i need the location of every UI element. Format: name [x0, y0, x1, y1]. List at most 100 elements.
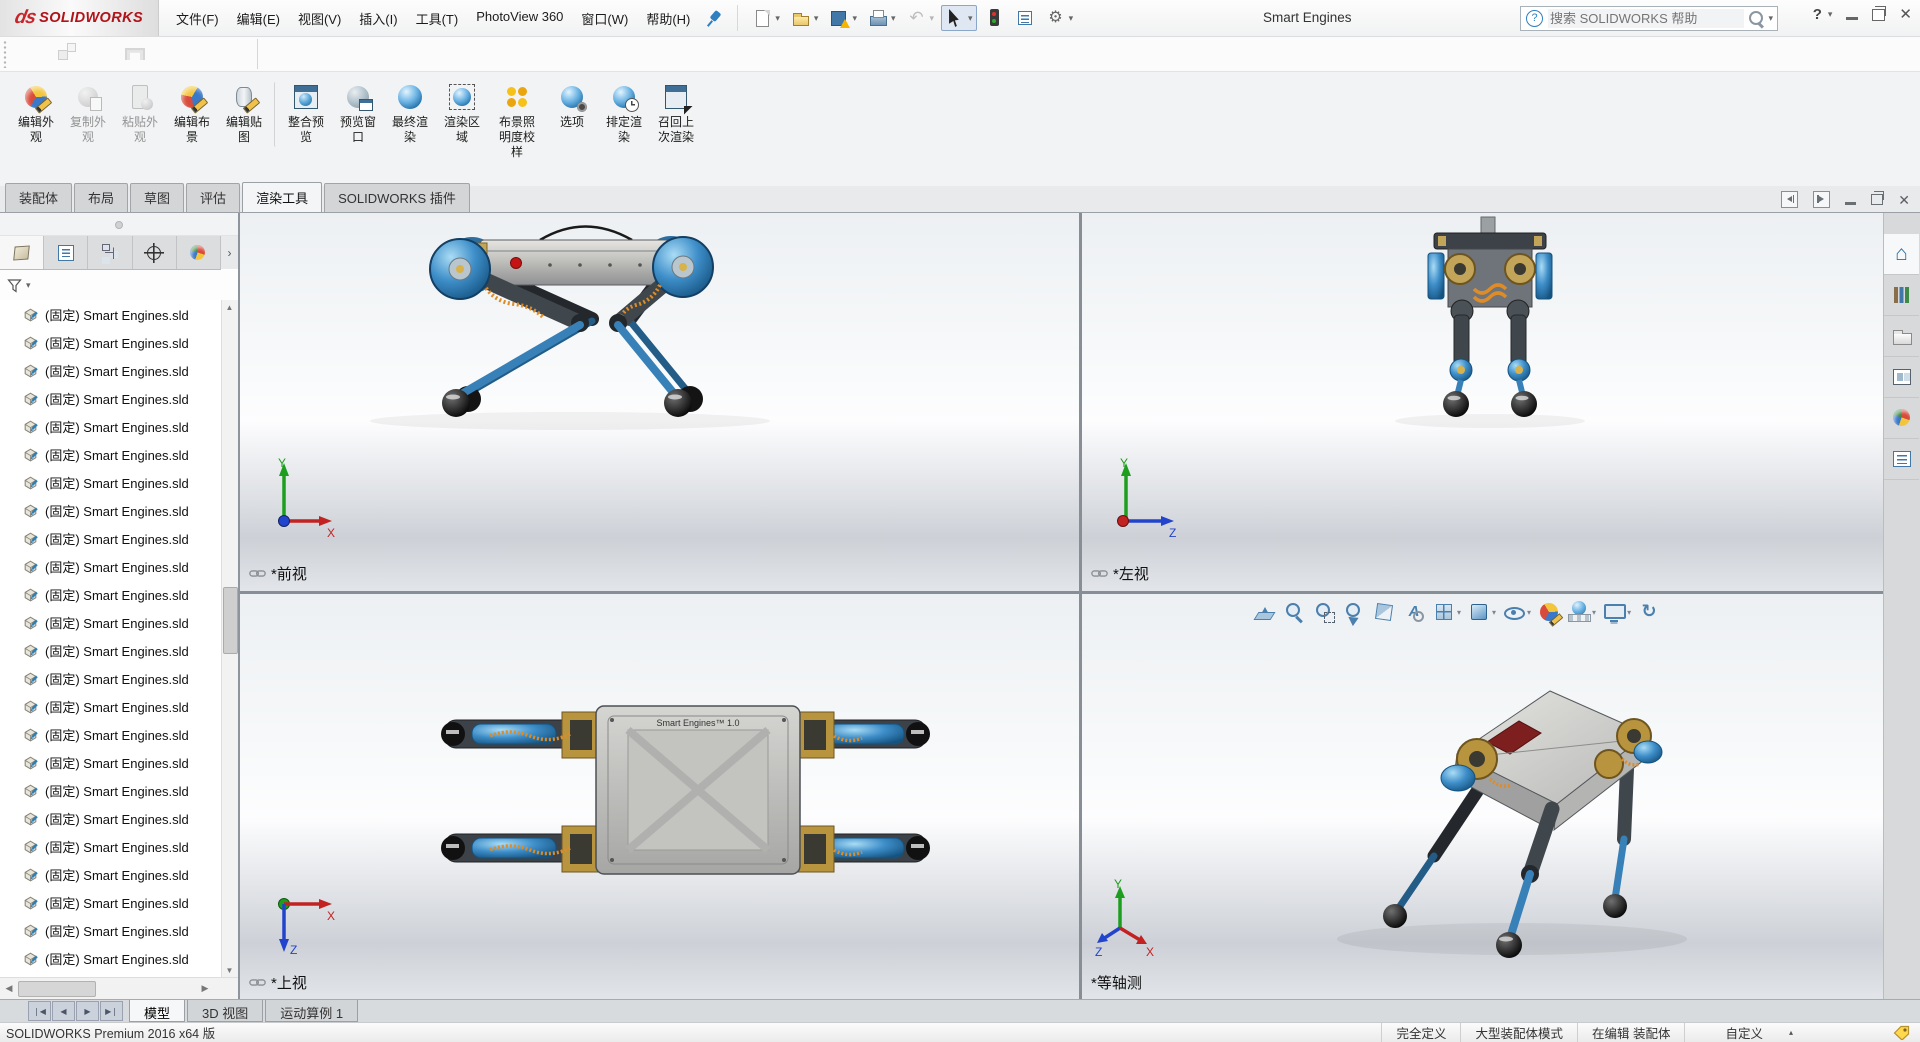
tree-item[interactable]: (固定) Smart Engines.sld	[0, 916, 222, 944]
filter-icon[interactable]	[6, 277, 24, 295]
quick-toolbar-button[interactable]	[1011, 5, 1039, 31]
restore-button[interactable]	[1872, 9, 1885, 21]
panel-tab[interactable]	[88, 236, 132, 269]
paste-appearance-button[interactable]: 粘贴外 观	[114, 82, 166, 147]
tree-vertical-scrollbar[interactable]: ▲ ▼	[221, 300, 238, 978]
tree-item[interactable]: (固定) Smart Engines.sld	[0, 692, 222, 720]
command-tab[interactable]: 草图	[130, 183, 184, 212]
robot-model-top-view[interactable]: Smart Engines™ 1.0	[240, 594, 1079, 1000]
task-pane-button[interactable]	[1884, 316, 1919, 357]
panel-tab[interactable]	[133, 236, 177, 269]
horizontal-scroll-thumb[interactable]	[18, 981, 96, 997]
quick-toolbar-button[interactable]	[864, 5, 900, 31]
tree-item[interactable]: (固定) Smart Engines.sld	[0, 524, 222, 552]
menu-item[interactable]: 视图(V)	[289, 0, 350, 37]
help-button[interactable]: ?	[1813, 6, 1822, 23]
search-icon[interactable]	[1746, 9, 1766, 29]
tree-item[interactable]: (固定) Smart Engines.sld	[0, 356, 222, 384]
preview-window-button[interactable]: 预览窗 口	[332, 82, 384, 147]
command-tab[interactable]: 渲染工具	[242, 182, 322, 212]
robot-model-front-view[interactable]	[240, 213, 1079, 591]
pin-menu-icon[interactable]	[703, 7, 725, 29]
tree-item[interactable]: (固定) Smart Engines.sld	[0, 664, 222, 692]
menu-item[interactable]: 窗口(W)	[572, 0, 637, 37]
first-tab-icon[interactable]: ❘◀	[28, 1001, 51, 1021]
tree-item[interactable]: (固定) Smart Engines.sld	[0, 888, 222, 916]
tree-item[interactable]: (固定) Smart Engines.sld	[0, 468, 222, 496]
tree-item[interactable]: (固定) Smart Engines.sld	[0, 608, 222, 636]
menu-item[interactable]: 工具(T)	[407, 0, 468, 37]
doc-restore-button[interactable]	[1871, 194, 1883, 205]
tree-item[interactable]: (固定) Smart Engines.sld	[0, 636, 222, 664]
filter-dropdown-icon[interactable]: ▾	[26, 280, 31, 291]
task-pane-button[interactable]	[1884, 234, 1919, 275]
scroll-up-icon[interactable]: ▲	[223, 300, 236, 315]
minimize-button[interactable]	[1846, 17, 1858, 20]
final-render-button[interactable]: 最终渲 染	[384, 82, 436, 147]
panel-tab[interactable]	[0, 236, 44, 269]
tree-item[interactable]: (固定) Smart Engines.sld	[0, 580, 222, 608]
viewport-left[interactable]: Y Z *左视	[1082, 213, 1884, 591]
tree-item[interactable]: (固定) Smart Engines.sld	[0, 944, 222, 972]
collapse-right-pane-icon[interactable]	[1813, 191, 1830, 208]
tree-item[interactable]: (固定) Smart Engines.sld	[0, 300, 222, 328]
menu-item[interactable]: 文件(F)	[167, 0, 228, 37]
panel-flyout-arrow[interactable]: ›	[221, 236, 238, 269]
menu-item[interactable]: 编辑(E)	[228, 0, 289, 37]
quick-toolbar-button[interactable]	[748, 5, 784, 31]
viewport-front[interactable]: Y X *前视	[240, 213, 1079, 591]
toolbar-grip-handle[interactable]	[2, 40, 8, 68]
tree-horizontal-scrollbar[interactable]: ◀ ▶	[0, 977, 238, 1000]
tree-item[interactable]: (固定) Smart Engines.sld	[0, 860, 222, 888]
tree-item[interactable]: (固定) Smart Engines.sld	[0, 832, 222, 860]
scroll-right-icon[interactable]: ▶	[198, 981, 212, 996]
robot-model-left-view[interactable]	[1082, 213, 1884, 591]
panel-splitter[interactable]	[0, 213, 238, 236]
quick-toolbar-button[interactable]	[941, 5, 977, 31]
doc-minimize-button[interactable]	[1845, 202, 1856, 205]
viewport-isometric[interactable]: Y Z X *等轴测	[1082, 594, 1884, 1000]
viewport-top[interactable]: Smart Engines™ 1.0 X Z *上视	[240, 594, 1079, 1000]
render-options-button[interactable]: 选项	[546, 82, 598, 132]
quick-toolbar-button[interactable]	[980, 5, 1008, 31]
search-input[interactable]	[1548, 9, 1744, 28]
document-tab[interactable]: 3D 视图	[187, 1000, 263, 1022]
robot-model-isometric-view[interactable]	[1082, 594, 1884, 1000]
tree-item[interactable]: (固定) Smart Engines.sld	[0, 412, 222, 440]
command-tab[interactable]: 评估	[186, 183, 240, 212]
assembly-structure-icon[interactable]	[55, 42, 81, 66]
quick-toolbar-button[interactable]	[825, 5, 861, 31]
panel-tab[interactable]	[177, 236, 221, 269]
collapse-left-pane-icon[interactable]	[1781, 191, 1798, 208]
recall-last-render-button[interactable]: 召回上 次渲染	[650, 82, 702, 147]
tree-item[interactable]: (固定) Smart Engines.sld	[0, 328, 222, 356]
edit-decal-button[interactable]: 编辑贴 图	[218, 82, 270, 147]
tree-item[interactable]: (固定) Smart Engines.sld	[0, 440, 222, 468]
tree-item[interactable]: (固定) Smart Engines.sld	[0, 496, 222, 524]
last-tab-icon[interactable]: ▶❘	[100, 1001, 123, 1021]
task-pane-button[interactable]	[1884, 398, 1919, 439]
vertical-scroll-thumb[interactable]	[223, 587, 238, 654]
previous-tab-icon[interactable]: ◀	[52, 1001, 75, 1021]
next-tab-icon[interactable]: ▶	[76, 1001, 99, 1021]
status-custom-dropdown[interactable]: 自定义 ▴	[1684, 1023, 1803, 1042]
task-pane-button[interactable]	[1884, 357, 1919, 398]
panel-tab[interactable]	[44, 236, 88, 269]
quick-toolbar-button[interactable]	[903, 5, 939, 31]
tree-item[interactable]: (固定) Smart Engines.sld	[0, 384, 222, 412]
quick-toolbar-button[interactable]	[787, 5, 823, 31]
tree-item[interactable]: (固定) Smart Engines.sld	[0, 552, 222, 580]
edit-scene-button[interactable]: 编辑布 景	[166, 82, 218, 147]
tree-item[interactable]: (固定) Smart Engines.sld	[0, 720, 222, 748]
menu-item[interactable]: PhotoView 360	[467, 0, 572, 37]
schedule-render-button[interactable]: 排定渲 染	[598, 82, 650, 147]
edit-appearance-button[interactable]: 编辑外 观	[10, 82, 62, 147]
command-tab[interactable]: 装配体	[5, 183, 72, 212]
command-tab[interactable]: SOLIDWORKS 插件	[324, 183, 470, 212]
menu-item[interactable]: 插入(I)	[350, 0, 406, 37]
close-button[interactable]: ✕	[1899, 8, 1912, 22]
help-search-box[interactable]: ? ▾	[1520, 6, 1778, 31]
search-dropdown-icon[interactable]: ▾	[1768, 13, 1773, 24]
tree-item[interactable]: (固定) Smart Engines.sld	[0, 776, 222, 804]
tree-item[interactable]: (固定) Smart Engines.sld	[0, 748, 222, 776]
